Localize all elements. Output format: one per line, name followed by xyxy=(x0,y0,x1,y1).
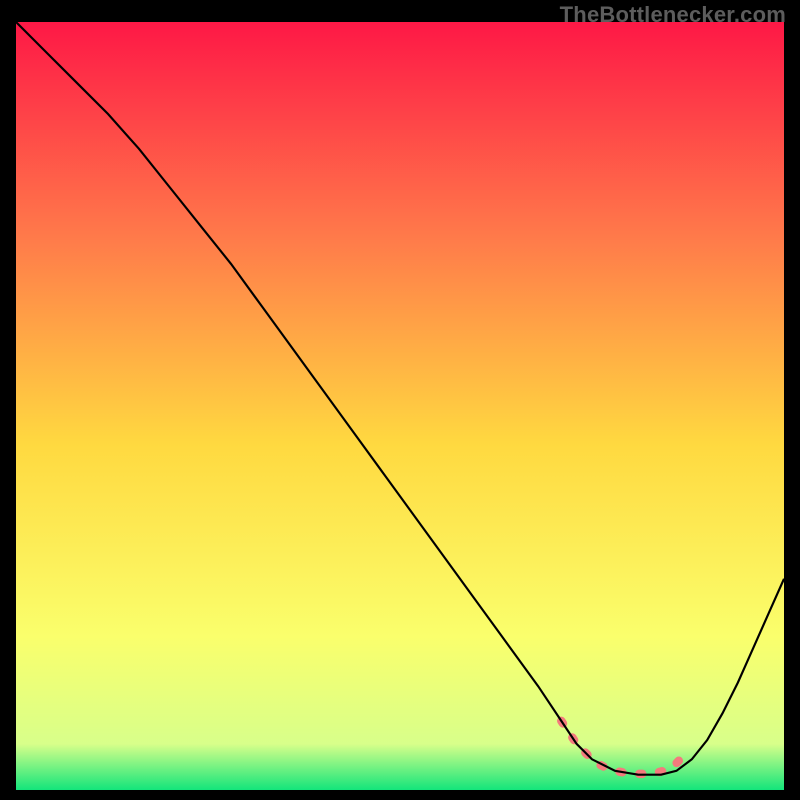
chart-frame: TheBottlenecker.com xyxy=(0,0,800,800)
gradient-background xyxy=(16,22,784,790)
chart-svg xyxy=(16,22,784,790)
